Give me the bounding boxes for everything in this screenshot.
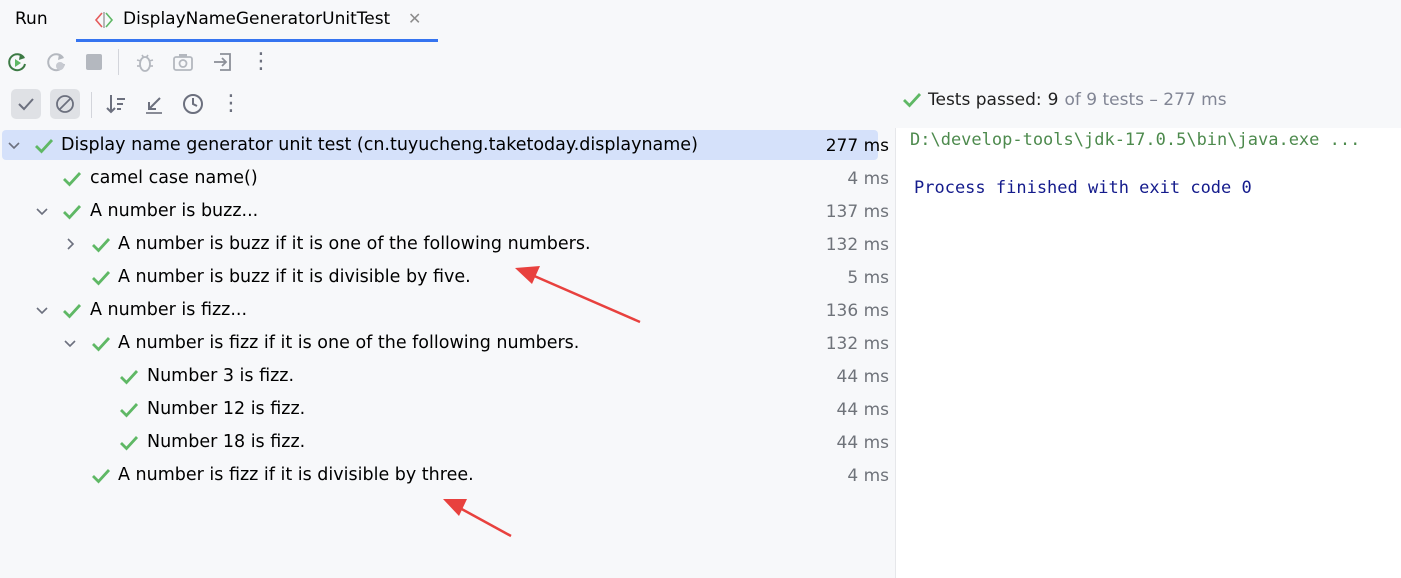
more-icon[interactable]: ⋮ (246, 47, 276, 77)
more-icon[interactable]: ⋮ (216, 89, 246, 119)
test-label: A number is buzz if it is divisible by f… (118, 267, 471, 287)
tree-row-group[interactable]: A number is fizz if it is one of the fol… (0, 327, 895, 360)
check-icon (63, 304, 82, 319)
test-label: camel case name() (90, 168, 258, 188)
collapse-icon[interactable] (139, 89, 169, 119)
tab-display-name-generator-unit-test[interactable]: DisplayNameGeneratorUnitTest ✕ (76, 0, 438, 42)
run-tool-window-title: Run (15, 9, 48, 29)
debug-icon[interactable] (130, 47, 160, 77)
export-icon[interactable] (208, 47, 238, 77)
chevron-down-icon[interactable] (6, 137, 22, 153)
check-icon (92, 469, 111, 484)
test-results-tree[interactable]: Display name generator unit test (cn.tuy… (0, 128, 895, 578)
status-prefix: Tests passed: (928, 90, 1042, 110)
test-label: A number is fizz if it is one of the fol… (118, 333, 580, 353)
rerun-failed-icon[interactable] (41, 47, 71, 77)
tree-row-test[interactable]: A number is buzz if it is divisible by f… (0, 261, 895, 294)
tree-row-group[interactable]: A number is fizz... 136 ms (0, 294, 895, 327)
test-label: Number 3 is fizz. (147, 366, 295, 386)
tab-title: DisplayNameGeneratorUnitTest (123, 9, 391, 29)
status-suffix: of 9 tests – 277 ms (1064, 90, 1227, 110)
screenshot-icon[interactable] (168, 47, 198, 77)
check-icon (35, 139, 54, 154)
check-icon (63, 172, 82, 187)
console-output[interactable]: D:\develop-tools\jdk-17.0.5\bin\java.exe… (896, 128, 1401, 578)
test-duration: 277 ms (825, 136, 889, 156)
check-icon (120, 370, 139, 385)
check-icon (92, 337, 111, 352)
console-process-finished: Process finished with exit code 0 (914, 178, 1252, 198)
check-icon (92, 238, 111, 253)
test-label: A number is fizz... (90, 300, 248, 320)
close-icon[interactable]: ✕ (408, 9, 421, 28)
test-duration: 136 ms (825, 301, 889, 321)
tree-row-test[interactable]: Number 3 is fizz. 44 ms (0, 360, 895, 393)
chevron-right-icon[interactable] (62, 236, 78, 252)
test-duration: 132 ms (825, 334, 889, 354)
check-icon (63, 205, 82, 220)
test-run-config-icon (94, 12, 114, 28)
test-label: A number is buzz if it is one of the fol… (118, 234, 591, 254)
check-icon (120, 436, 139, 451)
test-duration: 44 ms (836, 400, 889, 420)
stop-icon[interactable] (79, 47, 109, 77)
test-duration: 4 ms (847, 169, 889, 189)
history-icon[interactable] (178, 89, 208, 119)
tree-row-test[interactable]: A number is fizz if it is divisible by t… (0, 459, 895, 492)
console-command-line: D:\develop-tools\jdk-17.0.5\bin\java.exe… (910, 130, 1361, 150)
test-label: Number 18 is fizz. (147, 432, 306, 452)
tree-row-test[interactable]: Number 12 is fizz. 44 ms (0, 393, 895, 426)
tree-row-root-suite[interactable]: Display name generator unit test (cn.tuy… (0, 129, 895, 162)
show-passed-icon[interactable] (11, 89, 41, 119)
rerun-icon[interactable] (2, 47, 32, 77)
tree-row-test[interactable]: camel case name() 4 ms (0, 162, 895, 195)
toolbar-separator (91, 92, 92, 118)
test-status-summary: Tests passed: 9 of 9 tests – 277 ms (902, 90, 1227, 110)
check-icon (903, 93, 922, 108)
chevron-down-icon[interactable] (34, 203, 50, 219)
tree-row-group[interactable]: A number is buzz... 137 ms (0, 195, 895, 228)
status-passed-count: 9 (1047, 90, 1059, 110)
show-ignored-icon[interactable] (50, 89, 80, 119)
run-toolbar: ⋮ (0, 42, 1401, 82)
chevron-down-icon[interactable] (62, 335, 78, 351)
test-duration: 5 ms (847, 268, 889, 288)
check-icon (120, 403, 139, 418)
test-duration: 132 ms (825, 235, 889, 255)
test-duration: 44 ms (836, 433, 889, 453)
chevron-down-icon[interactable] (34, 302, 50, 318)
tree-row-group[interactable]: A number is buzz if it is one of the fol… (0, 228, 895, 261)
test-duration: 137 ms (825, 202, 889, 222)
test-duration: 4 ms (847, 466, 889, 486)
tool-window-header: Run DisplayNameGeneratorUnitTest ✕ (0, 0, 1401, 42)
test-label: A number is fizz if it is divisible by t… (118, 465, 474, 485)
test-label: Display name generator unit test (cn.tuy… (61, 135, 698, 155)
tree-row-test[interactable]: Number 18 is fizz. 44 ms (0, 426, 895, 459)
toolbar-separator (118, 49, 119, 75)
test-duration: 44 ms (836, 367, 889, 387)
sort-icon[interactable] (101, 89, 131, 119)
check-icon (92, 271, 111, 286)
test-label: A number is buzz... (90, 201, 259, 221)
test-label: Number 12 is fizz. (147, 399, 306, 419)
